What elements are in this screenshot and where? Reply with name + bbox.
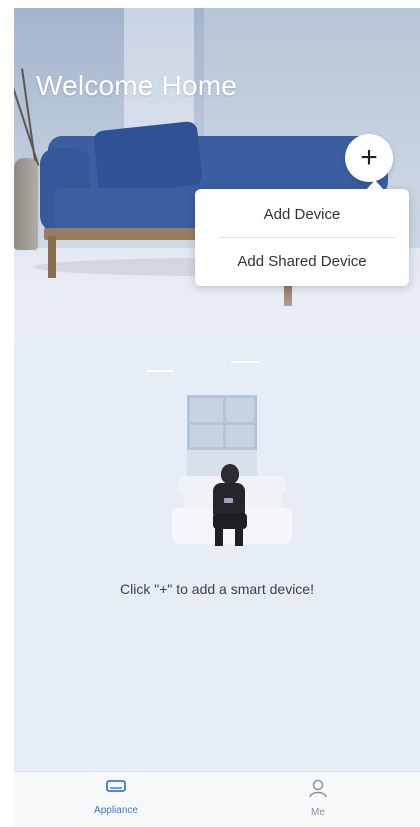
window-transom bbox=[190, 422, 254, 425]
add-button[interactable]: + bbox=[345, 134, 393, 182]
bottom-tab-bar: Appliance Me bbox=[14, 771, 420, 827]
add-menu: Add Device Add Shared Device bbox=[195, 189, 409, 286]
illustration-window bbox=[187, 395, 257, 450]
page-title: Welcome Home bbox=[36, 70, 238, 101]
tab-label: Me bbox=[311, 807, 325, 818]
sofa-leg bbox=[48, 236, 56, 278]
phone-icon bbox=[224, 498, 233, 503]
person-leg bbox=[235, 526, 243, 546]
tab-me[interactable]: Me bbox=[258, 778, 378, 826]
window bbox=[124, 8, 194, 128]
divider-dash bbox=[231, 361, 261, 363]
tab-appliance[interactable]: Appliance bbox=[56, 778, 176, 826]
tab-label: Appliance bbox=[94, 805, 138, 816]
divider-dash bbox=[147, 370, 173, 372]
empty-state-message: Click "+" to add a smart device! bbox=[120, 581, 314, 597]
sofa-pillow bbox=[92, 120, 204, 196]
hero-fade bbox=[14, 278, 420, 344]
add-device-menu-item[interactable]: Add Device bbox=[195, 191, 409, 237]
add-shared-device-menu-item[interactable]: Add Shared Device bbox=[195, 238, 409, 284]
person-icon bbox=[307, 778, 329, 803]
person-leg bbox=[215, 526, 223, 546]
vase bbox=[14, 158, 38, 250]
appliance-icon bbox=[105, 778, 127, 801]
app-screen: Welcome Home + Add Device Add Shared Dev… bbox=[14, 8, 420, 827]
plus-icon: + bbox=[360, 141, 378, 174]
person-head bbox=[221, 464, 239, 484]
